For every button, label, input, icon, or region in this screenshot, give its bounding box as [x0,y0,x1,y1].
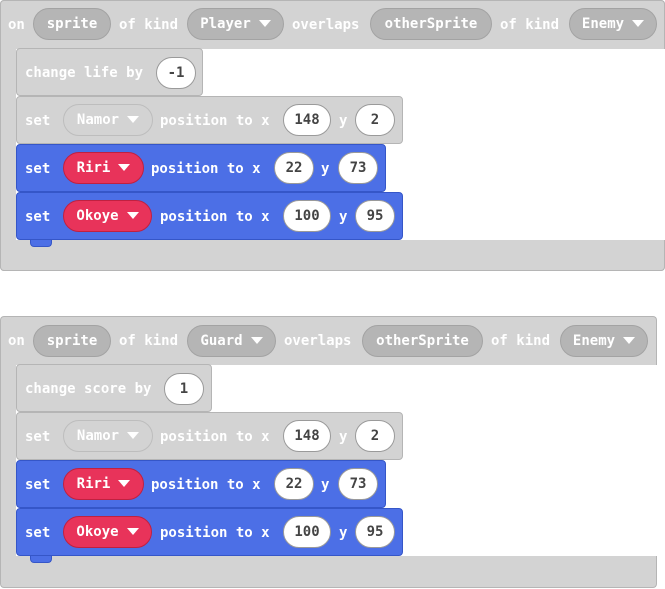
chevron-down-icon [126,211,139,219]
y-label: y [321,161,330,177]
chevron-down-icon [127,431,140,439]
set-keyword: set [25,429,51,445]
chevron-down-icon [250,336,263,344]
block-notch [30,240,52,247]
chevron-down-icon [632,19,645,27]
set-keyword: set [25,525,51,541]
riri-sprite-dropdown[interactable]: Riri [63,468,144,500]
change-score-label: change score by [25,381,152,397]
chevron-down-icon [126,527,139,535]
x-input[interactable]: 100 [283,516,331,548]
y-input[interactable]: 73 [338,468,378,500]
event-1-left-wall [0,40,16,241]
x-input[interactable]: 22 [274,468,314,500]
set-keyword: set [25,113,51,129]
chevron-down-icon [118,479,131,487]
chevron-down-icon [623,336,636,344]
kind-dropdown-1[interactable]: Guard [187,325,276,357]
othersprite-variable[interactable]: otherSprite [370,8,492,40]
namor-sprite-dropdown[interactable]: Namor [63,104,153,136]
on-keyword: on [8,17,25,33]
y-input[interactable]: 73 [338,152,378,184]
on-keyword: on [8,333,25,349]
of-kind-keyword-2: of kind [500,17,560,33]
sprite-variable[interactable]: sprite [33,325,111,357]
overlaps-keyword: overlaps [292,17,360,33]
x-input[interactable]: 22 [274,152,314,184]
block-notch [30,556,52,563]
okoye-sprite-dropdown[interactable]: Okoye [63,200,152,232]
kind-dropdown-2[interactable]: Enemy [569,8,657,40]
set-keyword: set [25,161,51,177]
of-kind-keyword-2: of kind [491,333,551,349]
event-2-footer [0,556,657,588]
okoye-sprite-dropdown[interactable]: Okoye [63,516,152,548]
position-label: position to x [151,477,261,493]
position-label: position to x [160,429,270,445]
x-input[interactable]: 148 [283,104,331,136]
overlaps-keyword: overlaps [284,333,352,349]
score-change-value[interactable]: 1 [164,373,204,405]
othersprite-variable[interactable]: otherSprite [362,325,483,357]
y-label: y [339,113,348,129]
chevron-down-icon [118,163,131,171]
of-kind-keyword: of kind [119,17,179,33]
y-label: y [339,209,348,225]
y-label: y [339,429,348,445]
y-input[interactable]: 95 [355,516,395,548]
of-kind-keyword: of kind [119,333,179,349]
y-input[interactable]: 95 [355,200,395,232]
namor-sprite-dropdown[interactable]: Namor [63,420,153,452]
event-2-left-wall [0,356,16,557]
y-label: y [321,477,330,493]
set-keyword: set [25,209,51,225]
position-label: position to x [151,161,261,177]
event-1-footer [0,240,665,271]
position-label: position to x [160,209,270,225]
x-input[interactable]: 100 [283,200,331,232]
kind-dropdown-1[interactable]: Player [187,8,284,40]
y-label: y [339,525,348,541]
set-keyword: set [25,477,51,493]
y-input[interactable]: 2 [355,420,395,452]
riri-sprite-dropdown[interactable]: Riri [63,152,144,184]
x-input[interactable]: 148 [283,420,331,452]
life-change-value[interactable]: -1 [156,57,196,89]
kind-dropdown-2[interactable]: Enemy [560,325,648,357]
change-life-label: change life by [25,65,144,81]
chevron-down-icon [127,115,140,123]
chevron-down-icon [258,19,271,27]
y-input[interactable]: 2 [355,104,395,136]
sprite-variable[interactable]: sprite [33,8,111,40]
position-label: position to x [160,525,270,541]
position-label: position to x [160,113,270,129]
